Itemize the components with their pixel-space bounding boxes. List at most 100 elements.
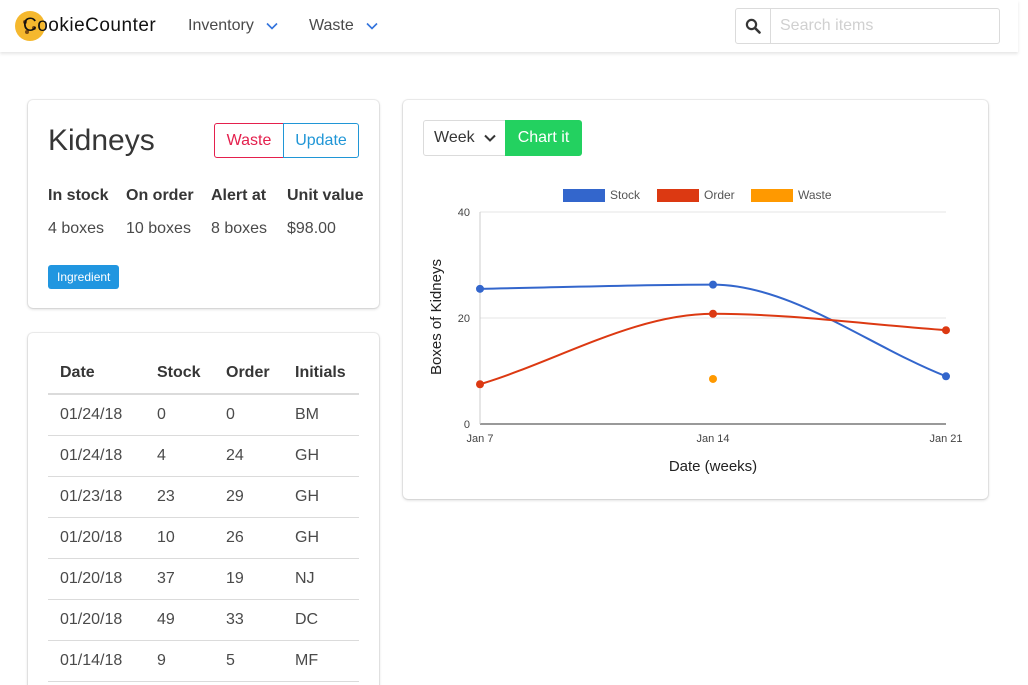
cell-order: 24 [214, 435, 283, 477]
legend-swatch [563, 189, 605, 202]
chevron-down-icon [484, 134, 496, 142]
waste-button[interactable]: Waste [214, 123, 284, 158]
table-row: 01/14/18 9 5 MF [48, 640, 359, 682]
nav-waste[interactable]: Waste [309, 17, 378, 35]
y-tick-label: 0 [464, 419, 470, 431]
x-tick-label: Jan 21 [929, 433, 962, 445]
legend-swatch [657, 189, 699, 202]
stock-data-point [709, 280, 717, 289]
x-tick-label: Jan 7 [467, 433, 494, 445]
cell-date: 01/24/18 [48, 435, 145, 477]
cell-date: 01/23/18 [48, 476, 145, 518]
brand-name: CookieCounter [23, 15, 157, 36]
brand[interactable]: CookieCounter [15, 11, 156, 41]
stat-label: Unit value [287, 187, 364, 204]
item-card: Kidneys Waste Update In stock 4 boxes On… [28, 100, 379, 308]
stat-label: Alert at [211, 187, 267, 204]
search-bar [735, 8, 1000, 44]
cell-initials: DC [283, 599, 359, 641]
order-series-line [479, 312, 947, 386]
cell-date: 01/20/18 [48, 599, 145, 641]
cell-stock: 49 [145, 599, 214, 641]
cell-date: 01/20/18 [48, 517, 145, 559]
cell-order: 19 [214, 558, 283, 600]
table-row: 01/23/18 23 29 GH [48, 476, 359, 518]
cell-stock: 37 [145, 558, 214, 600]
chart-it-button[interactable]: Chart it [505, 120, 582, 156]
cell-stock: 10 [145, 517, 214, 559]
stat-value: 4 boxes [48, 220, 105, 237]
category-tag: Ingredient [48, 265, 120, 289]
stat-value: 8 boxes [211, 220, 268, 237]
stock-data-point [942, 372, 950, 381]
stat-in-stock: In stock 4 boxes [48, 187, 108, 238]
search-button[interactable] [735, 8, 771, 44]
table-header-row: Date Stock Order Initials [48, 353, 359, 395]
line-chart: Stock Order Waste 0 20 40 Jan 7 Jan 14 Jan 21 B… [428, 188, 963, 475]
search-icon [745, 18, 761, 34]
nav-inventory[interactable]: Inventory [188, 17, 278, 35]
cell-initials: MF [283, 640, 359, 682]
column-header-order: Order [214, 353, 283, 395]
period-select-value: Week [434, 129, 475, 146]
update-button[interactable]: Update [283, 123, 359, 158]
cell-initials: GH [283, 517, 359, 559]
table-row: 01/20/18 49 33 DC [48, 599, 359, 641]
chevron-down-icon [266, 22, 278, 30]
stat-on-order: On order 10 boxes [126, 187, 194, 238]
table-row: 01/24/18 4 24 GH [48, 435, 359, 477]
nav-inventory-label: Inventory [188, 17, 254, 34]
cell-date: 01/20/18 [48, 558, 145, 600]
cell-initials: GH [283, 435, 359, 477]
cell-initials: NJ [283, 558, 359, 600]
x-tick-label: Jan 14 [696, 433, 729, 445]
chart-card: Stock Order Waste 0 20 40 Jan 7 Jan 14 Jan 21 B… [403, 100, 988, 499]
legend-label: Order [704, 188, 735, 202]
cell-initials: BM [283, 394, 359, 436]
cell-stock: 0 [145, 394, 214, 436]
search-input[interactable] [771, 8, 1000, 44]
column-header-date: Date [48, 353, 145, 395]
order-data-point [709, 309, 717, 318]
cell-order: 29 [214, 476, 283, 518]
stat-value: $98.00 [287, 220, 336, 237]
cell-order: 0 [214, 394, 283, 436]
stat-label: On order [126, 187, 194, 204]
log-card: Date Stock Order Initials 01/24/18 0 0 B… [28, 333, 379, 685]
y-tick-label: 20 [458, 313, 470, 325]
order-data-point [476, 380, 484, 389]
y-axis-label: Boxes of Kidneys [428, 259, 445, 375]
order-data-point [942, 326, 950, 335]
column-header-stock: Stock [145, 353, 214, 395]
log-table: Date Stock Order Initials 01/24/18 0 0 B… [48, 353, 359, 682]
nav-waste-label: Waste [309, 17, 354, 34]
table-row: 01/20/18 37 19 NJ [48, 558, 359, 600]
column-header-initials: Initials [283, 353, 359, 395]
table-row: 01/24/18 0 0 BM [48, 394, 359, 436]
x-axis-label: Date (weeks) [669, 458, 757, 475]
legend-label: Stock [610, 188, 641, 202]
cell-stock: 4 [145, 435, 214, 477]
stock-data-point [476, 284, 484, 293]
stock-series-line [479, 283, 947, 378]
cell-stock: 23 [145, 476, 214, 518]
period-select[interactable]: Week [423, 120, 506, 156]
table-row: 01/20/18 10 26 GH [48, 517, 359, 559]
y-tick-label: 40 [458, 207, 470, 219]
legend-swatch [751, 189, 793, 202]
cell-order: 33 [214, 599, 283, 641]
cell-order: 5 [214, 640, 283, 682]
cell-date: 01/24/18 [48, 394, 145, 436]
cell-date: 01/14/18 [48, 640, 145, 682]
legend-label: Waste [798, 188, 832, 202]
cell-stock: 9 [145, 640, 214, 682]
stat-alert-at: Alert at 8 boxes [211, 187, 267, 238]
item-title: Kidneys [48, 124, 155, 157]
navbar: CookieCounter Inventory Waste [0, 0, 1018, 52]
cell-order: 26 [214, 517, 283, 559]
chevron-down-icon [366, 22, 378, 30]
waste-data-point [709, 374, 717, 383]
stat-value: 10 boxes [126, 220, 191, 237]
stat-label: In stock [48, 187, 109, 204]
stat-unit-value: Unit value $98.00 [287, 187, 363, 238]
